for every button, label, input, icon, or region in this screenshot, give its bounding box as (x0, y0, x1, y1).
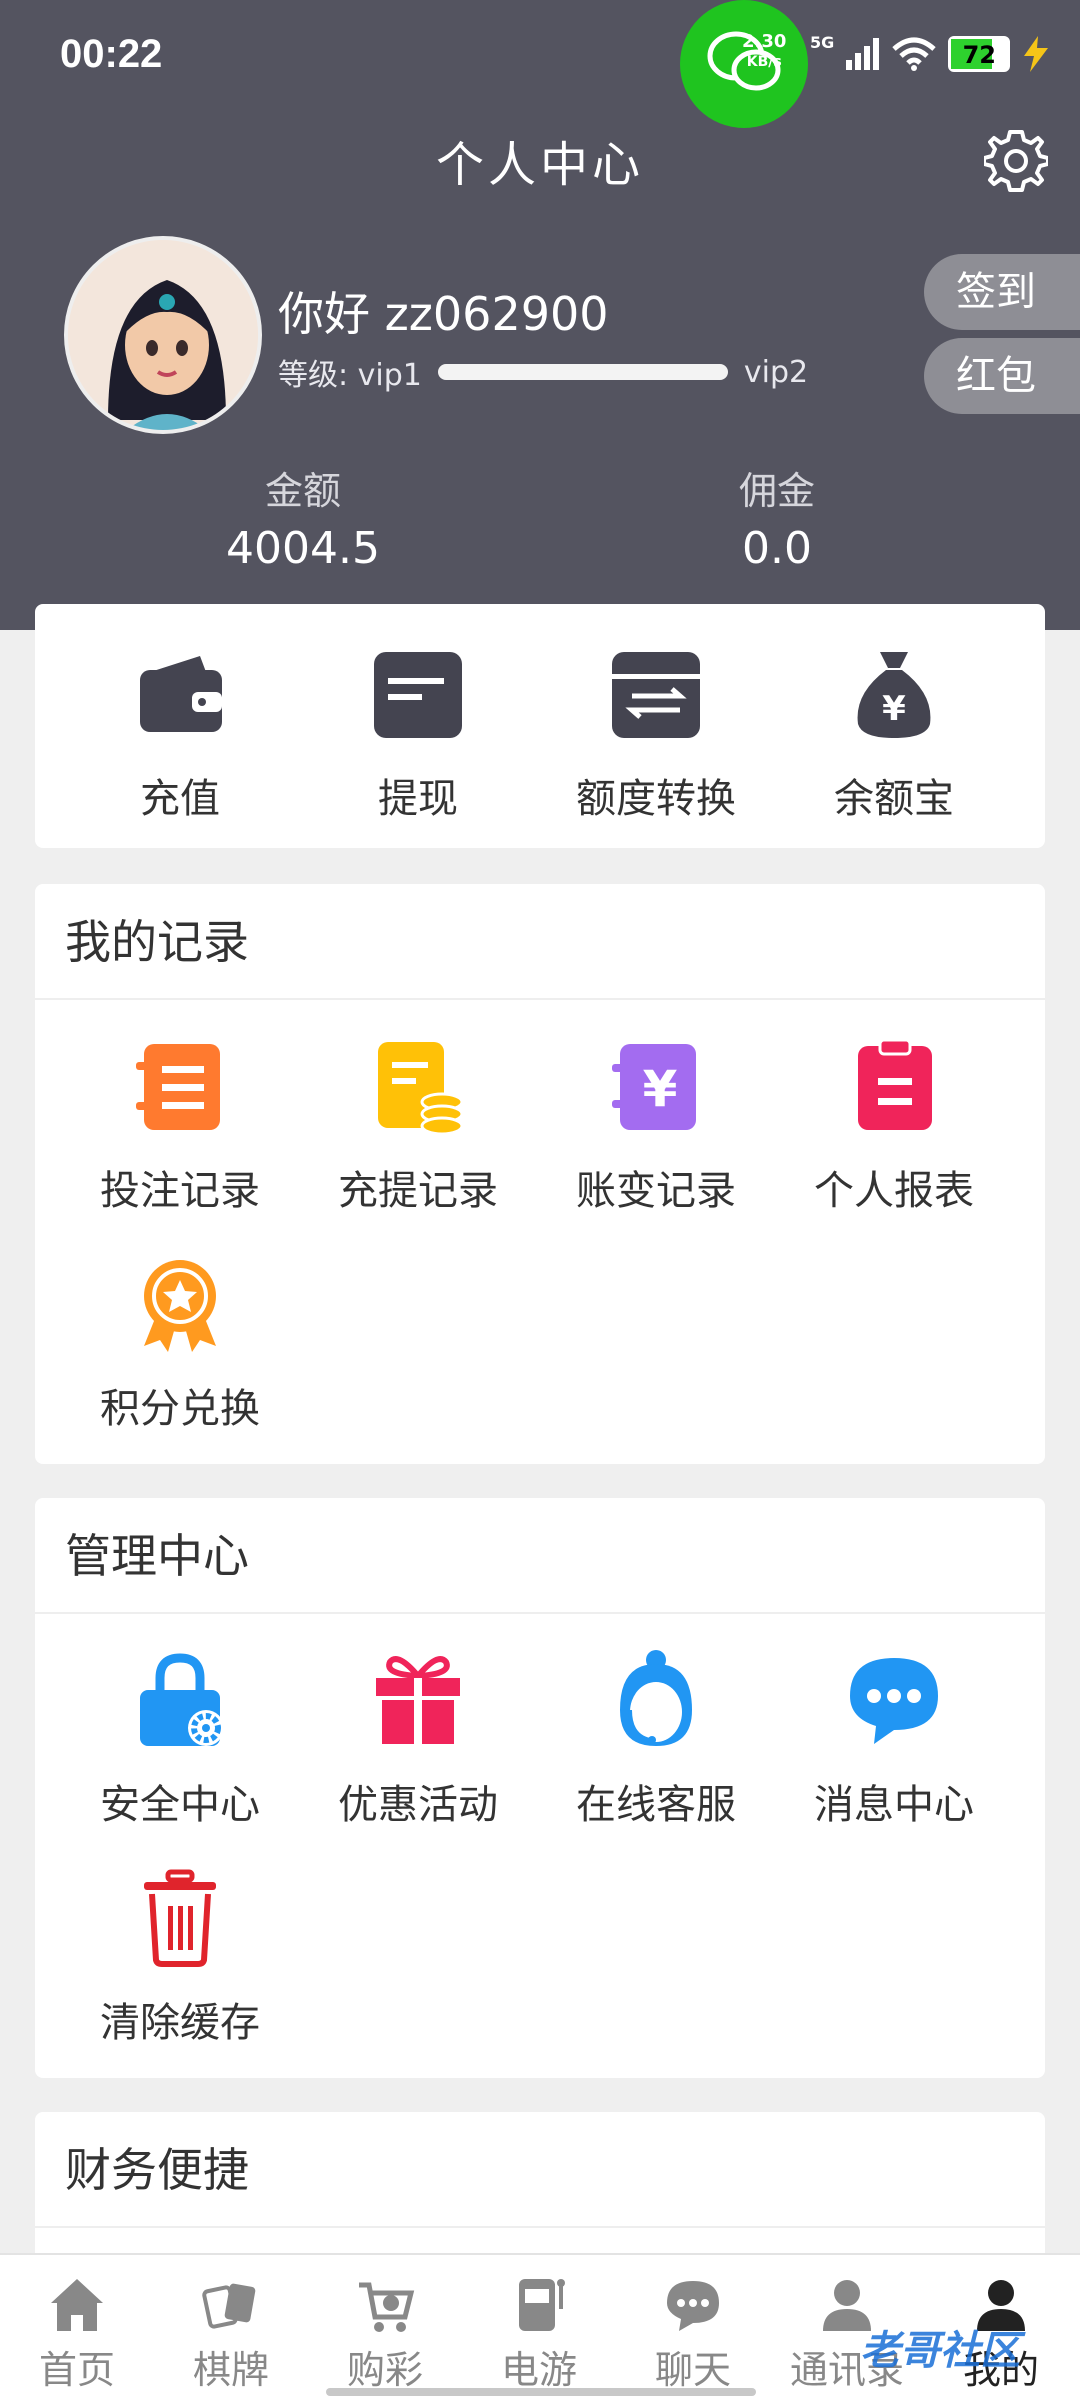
clear-cache-button[interactable]: 清除缓存 (55, 1868, 305, 2048)
signal-icon (846, 38, 880, 70)
lock-icon (140, 1653, 224, 1746)
wallet-actions-card: 充值 提现 额度转换 ¥ 余额宝 (35, 604, 1045, 848)
yuebao-button[interactable]: ¥ 余额宝 (769, 644, 1019, 824)
wifi-icon (892, 37, 936, 71)
home-indicator[interactable] (326, 2388, 756, 2396)
balance-label: 金额 (264, 469, 341, 513)
cart-icon (359, 2282, 415, 2332)
nav-e-games[interactable]: 电游 (462, 2255, 616, 2394)
points-medal-icon (144, 1260, 216, 1352)
user-greeting: 你好 zz062900 (278, 287, 609, 341)
transfer-icon (612, 652, 700, 738)
deposit-withdraw-record-button[interactable]: 充提记录 (293, 1036, 543, 1216)
slot-machine-icon (519, 2279, 565, 2331)
account-change-record-button[interactable]: ¥ 账变记录 (531, 1036, 781, 1216)
deposit-record-icon (378, 1042, 464, 1136)
bet-record-button[interactable]: 投注记录 (55, 1036, 305, 1216)
site-watermark: 老哥社区 (860, 2328, 1020, 2374)
nav-home[interactable]: 首页 (0, 2255, 154, 2394)
money-bag-icon: ¥ (857, 652, 931, 738)
status-bar: 00:22 2.30 KB/s 5G 72 (0, 0, 1080, 128)
status-time: 00:22 (60, 32, 163, 76)
balance-stat[interactable]: 金额 4004.5 (153, 460, 453, 574)
recharge-button[interactable]: 充值 (55, 644, 305, 824)
bet-record-icon (136, 1044, 220, 1130)
charging-icon (1024, 36, 1049, 72)
network-type: 5G (810, 32, 835, 52)
network-speed: 2.30 KB/s (742, 31, 787, 71)
management-center-card: 管理中心 安全中心 优惠活动 在线客服 消息中心 清除缓存 (35, 1498, 1045, 2078)
account-change-icon: ¥ (612, 1044, 696, 1130)
customer-service-icon (620, 1650, 692, 1746)
redpacket-button[interactable]: 红包 (924, 338, 1080, 414)
promotions-button[interactable]: 优惠活动 (293, 1650, 543, 1830)
management-title: 管理中心 (35, 1498, 1045, 1614)
my-records-card: 我的记录 投注记录 充提记录 ¥ 账变记录 个人报表 积分兑换 (35, 884, 1045, 1464)
commission-stat[interactable]: 佣金 0.0 (627, 460, 927, 574)
online-support-button[interactable]: 在线客服 (531, 1650, 781, 1830)
svg-text:¥: ¥ (643, 1060, 678, 1118)
points-exchange-button[interactable]: 积分兑换 (55, 1254, 305, 1434)
status-icons: 5G 72 (810, 32, 1050, 72)
svg-text:¥: ¥ (882, 689, 906, 729)
withdraw-button[interactable]: 提现 (293, 644, 543, 824)
finance-shortcuts-card: 财务便捷 (35, 2112, 1045, 2272)
battery-indicator: 72 (948, 36, 1011, 72)
profile-header: 00:22 2.30 KB/s 5G 72 个人中心 你好 zz062900 等… (0, 0, 1080, 630)
chat-icon (667, 2281, 719, 2331)
checkin-button[interactable]: 签到 (924, 254, 1080, 330)
report-icon (858, 1038, 932, 1130)
card-icon (374, 652, 462, 738)
avatar[interactable] (64, 236, 262, 434)
balance-value: 4004.5 (226, 523, 380, 574)
commission-value: 0.0 (742, 523, 812, 574)
commission-label: 佣金 (738, 469, 815, 513)
settings-button[interactable] (982, 128, 1050, 192)
trash-icon (144, 1869, 216, 1967)
chat-bubble-icon (850, 1658, 938, 1744)
next-level-label: vip2 (743, 354, 809, 390)
wallet-icon (140, 656, 222, 732)
gift-icon (376, 1656, 460, 1744)
home-icon (51, 2279, 103, 2331)
cards-icon (202, 2283, 256, 2329)
level-progress-bar (437, 364, 728, 380)
security-center-button[interactable]: 安全中心 (55, 1650, 305, 1830)
records-title: 我的记录 (35, 884, 1045, 1000)
finance-title: 财务便捷 (35, 2112, 1045, 2228)
avatar-image (68, 240, 258, 430)
page-title: 个人中心 (435, 137, 644, 193)
current-level-label: 等级: vip1 (278, 358, 422, 393)
nav-chess-cards[interactable]: 棋牌 (154, 2255, 308, 2394)
nav-chat[interactable]: 聊天 (616, 2255, 770, 2394)
personal-report-button[interactable]: 个人报表 (769, 1036, 1019, 1216)
message-center-button[interactable]: 消息中心 (769, 1650, 1019, 1830)
nav-lottery[interactable]: 购彩 (308, 2255, 462, 2394)
vip-level-row: 等级: vip1 vip2 (278, 350, 808, 394)
quota-transfer-button[interactable]: 额度转换 (531, 644, 781, 824)
gear-icon (982, 130, 1050, 192)
